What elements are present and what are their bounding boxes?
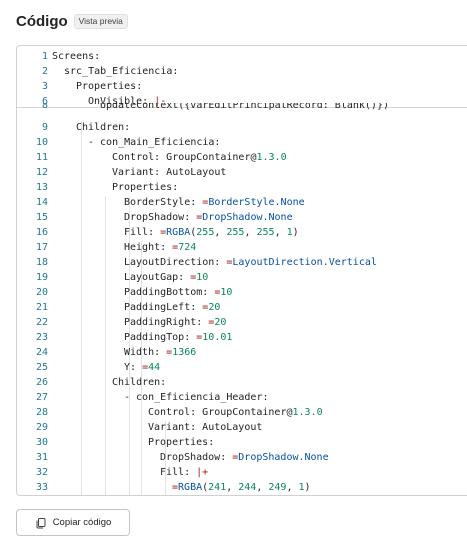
- line-number: 28: [35, 407, 48, 418]
- code-line: 13 Properties:: [17, 180, 467, 195]
- code-text: Height: =724: [124, 242, 197, 253]
- code-text: PaddingBottom: =10: [124, 287, 233, 298]
- code-line: 21 PaddingLeft: =20: [17, 300, 467, 315]
- line-number: 9: [41, 122, 48, 133]
- line-number: 32: [35, 467, 48, 478]
- line-number: 14: [35, 197, 48, 208]
- copy-icon: [35, 517, 47, 529]
- code-text: Fill: |+: [160, 467, 209, 478]
- line-number: 1: [41, 51, 48, 62]
- line-number: 33: [35, 482, 48, 493]
- code-line: 17 Height: =724: [17, 240, 467, 255]
- code-text: DropShadow: =DropShadow.None: [124, 212, 293, 223]
- line-number: 13: [35, 182, 48, 193]
- code-line: 28 Control: GroupContainer@1.3.0: [17, 405, 467, 420]
- line-number: 26: [35, 377, 48, 388]
- panel-title: Código: [16, 12, 68, 30]
- code-line: 31 DropShadow: =DropShadow.None: [17, 450, 467, 465]
- code-text: - con_Main_Eficiencia:: [88, 137, 221, 148]
- copy-code-label: Copiar código: [52, 517, 112, 528]
- code-line: 33 =RGBA(241, 244, 249, 1): [17, 480, 467, 495]
- code-line: 16 Fill: =RGBA(255, 255, 255, 1): [17, 225, 467, 240]
- copy-code-button[interactable]: Copiar código: [16, 509, 130, 536]
- preview-badge: Vista previa: [73, 13, 128, 29]
- code-text: Variant: AutoLayout: [148, 422, 263, 433]
- code-line: 11 Control: GroupContainer@1.3.0: [17, 150, 467, 165]
- code-line: 10 - con_Main_Eficiencia:: [17, 135, 467, 150]
- line-number: 31: [35, 452, 48, 463]
- line-number: 29: [35, 422, 48, 433]
- code-text: Width: =1366: [124, 347, 197, 358]
- code-text: LayoutDirection: =LayoutDirection.Vertic…: [124, 257, 377, 268]
- code-line: 22 PaddingRight: =20: [17, 315, 467, 330]
- code-text: Variant: AutoLayout: [112, 167, 227, 178]
- code-line: 14 BorderStyle: =BorderStyle.None: [17, 195, 467, 210]
- line-number: 16: [35, 227, 48, 238]
- code-text: BorderStyle: =BorderStyle.None: [124, 197, 305, 208]
- code-text: DropShadow: =DropShadow.None: [160, 452, 329, 463]
- line-number: 18: [35, 257, 48, 268]
- code-line: 20 PaddingBottom: =10: [17, 285, 467, 300]
- code-text: Children:: [112, 377, 167, 388]
- line-number: 15: [35, 212, 48, 223]
- line-number: 20: [35, 287, 48, 298]
- code-line: 2 src_Tab_Eficiencia:: [17, 64, 467, 79]
- code-text: Properties:: [148, 437, 215, 448]
- code-text: Control: GroupContainer@1.3.0: [148, 407, 323, 418]
- code-line: 15 DropShadow: =DropShadow.None: [17, 210, 467, 225]
- line-number: 12: [35, 167, 48, 178]
- code-text: Children:: [76, 122, 131, 133]
- code-line: 30 Properties:: [17, 435, 467, 450]
- code-text: =RGBA(241, 244, 249, 1): [172, 482, 311, 493]
- line-number: 8: [41, 103, 48, 111]
- code-line: 1 Screens:: [17, 49, 467, 64]
- code-line: 25 Y: =44: [17, 360, 467, 375]
- line-number: 17: [35, 242, 48, 253]
- line-number: 2: [41, 66, 48, 77]
- code-text: UpdateContext({varEditPrincipalRecord: B…: [100, 103, 389, 111]
- code-line: 24 Width: =1366: [17, 345, 467, 360]
- code-text: src_Tab_Eficiencia:: [64, 66, 179, 77]
- code-line: 19 LayoutGap: =10: [17, 270, 467, 285]
- line-number: 19: [35, 272, 48, 283]
- code-editor[interactable]: 1 Screens: 2 src_Tab_Eficiencia: 3 Properties…: [16, 45, 467, 496]
- line-number: 30: [35, 437, 48, 448]
- line-number: 21: [35, 302, 48, 313]
- code-text: PaddingLeft: =20: [124, 302, 221, 313]
- code-text: Properties:: [76, 81, 143, 92]
- line-number: 25: [35, 362, 48, 373]
- line-number: 27: [35, 392, 48, 403]
- code-line: 27 - con_Eficiencia_Header:: [17, 390, 467, 405]
- code-text: Fill: =RGBA(255, 255, 255, 1): [124, 227, 299, 238]
- line-number: 24: [35, 347, 48, 358]
- code-line: 3 Properties:: [17, 79, 467, 94]
- code-text: PaddingRight: =20: [124, 317, 227, 328]
- code-line: 29 Variant: AutoLayout: [17, 420, 467, 435]
- code-text: Y: =44: [124, 362, 161, 373]
- line-number: 3: [41, 81, 48, 92]
- code-text: Control: GroupContainer@1.3.0: [112, 152, 287, 163]
- code-text: Properties:: [112, 182, 179, 193]
- code-text: PaddingTop: =10.01: [124, 332, 233, 343]
- code-text: Screens:: [52, 51, 101, 62]
- code-panel-header: Código Vista previa: [16, 10, 128, 32]
- code-line: 18 LayoutDirection: =LayoutDirection.Vert…: [17, 255, 467, 270]
- code-line: 12 Variant: AutoLayout: [17, 165, 467, 180]
- line-number: 23: [35, 332, 48, 343]
- code-text: - con_Eficiencia_Header:: [124, 392, 269, 403]
- code-line: 8 UpdateContext({varEditPrincipalRecord: …: [17, 103, 467, 113]
- line-number: 22: [35, 317, 48, 328]
- code-line: 26 Children:: [17, 375, 467, 390]
- line-number: 10: [35, 137, 48, 148]
- line-number: 11: [35, 152, 48, 163]
- code-text: LayoutGap: =10: [124, 272, 209, 283]
- code-line: 9 Children:: [17, 120, 467, 135]
- code-line: 23 PaddingTop: =10.01: [17, 330, 467, 345]
- code-line: 32 Fill: |+: [17, 465, 467, 480]
